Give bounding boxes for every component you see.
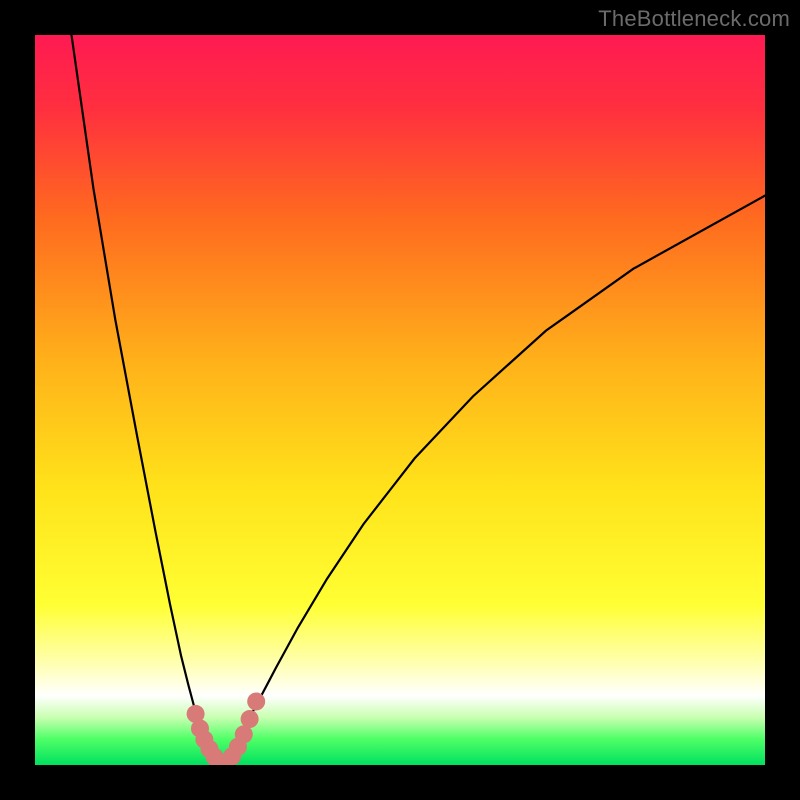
chart-plot-area [35, 35, 765, 765]
gradient-background [35, 35, 765, 765]
marker-dot [241, 710, 259, 728]
marker-dot [235, 725, 253, 743]
marker-dot [247, 692, 265, 710]
attribution-label: TheBottleneck.com [598, 6, 790, 32]
chart-frame: TheBottleneck.com [0, 0, 800, 800]
chart-svg [35, 35, 765, 765]
